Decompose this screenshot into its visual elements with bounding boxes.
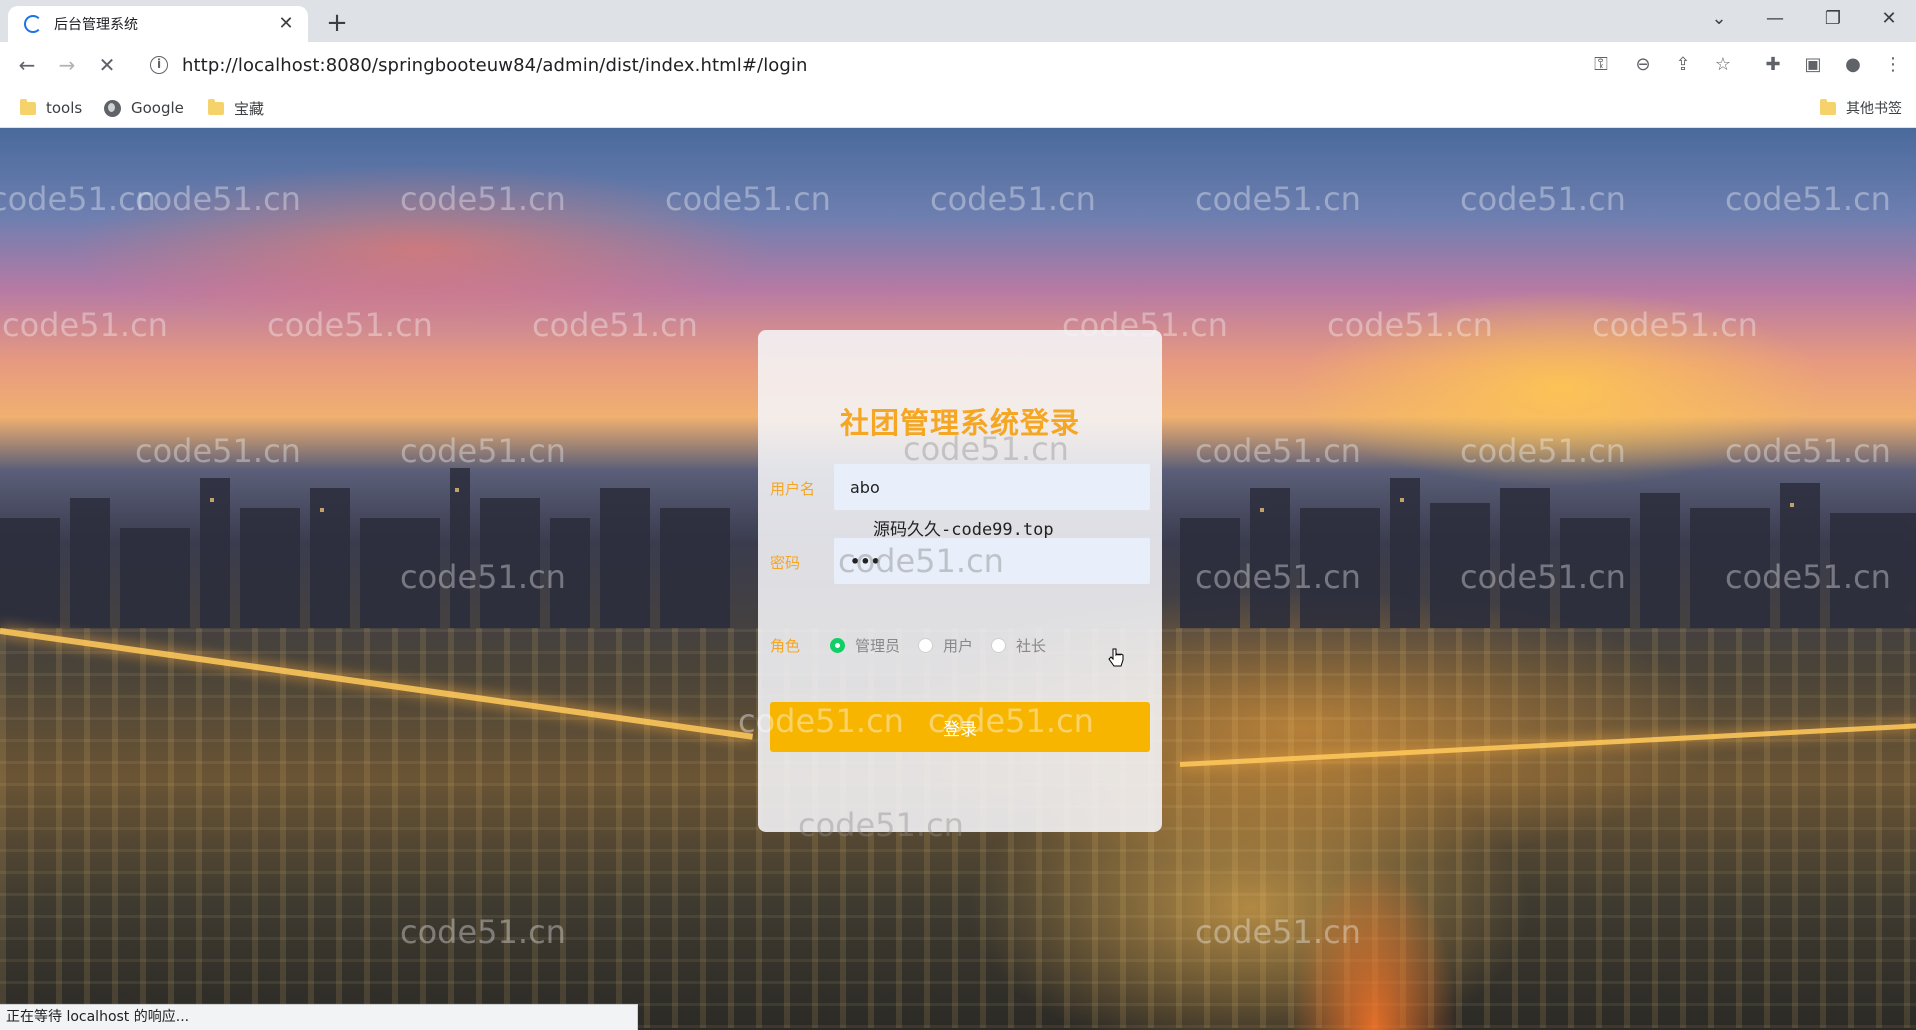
watermark: code51.cn [930, 180, 1096, 218]
watermark: code51.cn [1327, 306, 1493, 344]
watermark: code51.cn [665, 180, 831, 218]
minimize-button[interactable]: — [1752, 0, 1798, 38]
watermark: code51.cn [400, 180, 566, 218]
login-title: 社团管理系统登录 [839, 406, 1080, 440]
forward-button[interactable]: → [52, 50, 82, 80]
other-bookmarks-label: 其他书签 [1846, 101, 1902, 117]
bookmark-label: 宝藏 [234, 99, 265, 118]
role-radio-user[interactable]: 用户 [918, 635, 973, 656]
bookmark-google[interactable]: Google [104, 96, 184, 120]
watermark: code51.cn [1195, 180, 1361, 218]
other-bookmarks[interactable]: 其他书签 [1820, 96, 1902, 120]
password-key-icon[interactable]: ⚿ [1588, 52, 1614, 78]
restore-button[interactable]: ❐ [1810, 0, 1856, 38]
bookmark-label: Google [131, 99, 184, 117]
close-window-button[interactable]: ✕ [1866, 0, 1912, 38]
back-button[interactable]: ← [12, 50, 42, 80]
tab-strip: 后台管理系统 ✕ + ⌄ — ❐ ✕ [0, 0, 1916, 42]
watermark: code51.cn [267, 306, 433, 344]
folder-icon [20, 98, 36, 115]
username-input[interactable]: abo [834, 464, 1150, 510]
url-text[interactable]: http://localhost:8080/springbooteuw84/ad… [182, 55, 808, 76]
watermark: code51.cn [1592, 306, 1758, 344]
bookmark-tools[interactable]: tools [20, 96, 82, 120]
login-card: 社团管理系统登录 用户名 abo 源码久久-code99.top 密码 ••• … [738, 330, 1162, 844]
watermark: code51.cn [0, 180, 156, 218]
zoom-icon[interactable]: ⊖ [1630, 52, 1656, 78]
stop-loading-button[interactable]: ✕ [92, 50, 122, 80]
site-info-icon[interactable]: i [150, 56, 168, 74]
globe-icon [104, 99, 121, 117]
share-icon[interactable]: ⇪ [1670, 52, 1696, 78]
page-viewport: code51.cn code51.cn code51.cn code51.cn … [0, 128, 1916, 1030]
role-option-label: 用户 [943, 636, 974, 655]
role-radio-president[interactable]: 社长 [991, 635, 1046, 656]
browser-toolbar: ← → ✕ i http://localhost:8080/springboot… [0, 42, 1916, 88]
overlay-watermark-text: 源码久久-code99.top [873, 520, 1054, 540]
role-radio-group: 角色 管理员 用户 社长 [770, 633, 1064, 657]
password-input[interactable]: ••• [834, 538, 1150, 584]
extensions-icon[interactable]: ✚ [1760, 52, 1786, 78]
role-label: 角色 [770, 636, 801, 655]
hand-cursor-icon [1108, 648, 1124, 667]
loading-spinner-icon [24, 15, 42, 33]
role-radio-admin[interactable]: 管理员 [830, 635, 900, 656]
role-option-label: 社长 [1016, 636, 1047, 655]
profile-avatar-icon[interactable]: ● [1840, 52, 1866, 78]
watermark: code51.cn [1725, 180, 1891, 218]
role-option-label: 管理员 [855, 636, 901, 655]
tab-search-chevron-icon[interactable]: ⌄ [1696, 0, 1742, 38]
tab-title: 后台管理系统 [54, 17, 138, 33]
watermark: code51.cn [135, 180, 301, 218]
bookmark-treasure[interactable]: 宝藏 [208, 96, 264, 120]
bookmark-star-icon[interactable]: ☆ [1710, 52, 1736, 78]
new-tab-button[interactable]: + [322, 9, 352, 39]
tab-close-icon[interactable]: ✕ [276, 14, 296, 34]
password-label: 密码 [770, 554, 801, 572]
folder-icon [208, 98, 224, 115]
radio-unchecked-icon [991, 637, 1007, 653]
watermark: code51.cn [2, 306, 168, 344]
radio-checked-icon [830, 637, 846, 653]
browser-menu-icon[interactable]: ⋮ [1880, 52, 1906, 78]
watermark: code51.cn [1460, 180, 1626, 218]
login-button[interactable]: 登录 [770, 702, 1150, 752]
watermark: code51.cn [532, 306, 698, 344]
bookmarks-bar: tools Google 宝藏 其他书签 [0, 88, 1916, 128]
address-bar[interactable]: i http://localhost:8080/springbooteuw84/… [140, 47, 1580, 83]
radio-unchecked-icon [918, 637, 934, 653]
status-bar: 正在等待 localhost 的响应... [0, 1004, 638, 1030]
side-panel-icon[interactable]: ▣ [1800, 52, 1826, 78]
traffic-light-trails [1230, 788, 1470, 1030]
browser-tab[interactable]: 后台管理系统 ✕ [8, 6, 308, 42]
username-label: 用户名 [770, 480, 816, 498]
folder-icon [1820, 98, 1836, 115]
bookmark-label: tools [46, 99, 83, 117]
